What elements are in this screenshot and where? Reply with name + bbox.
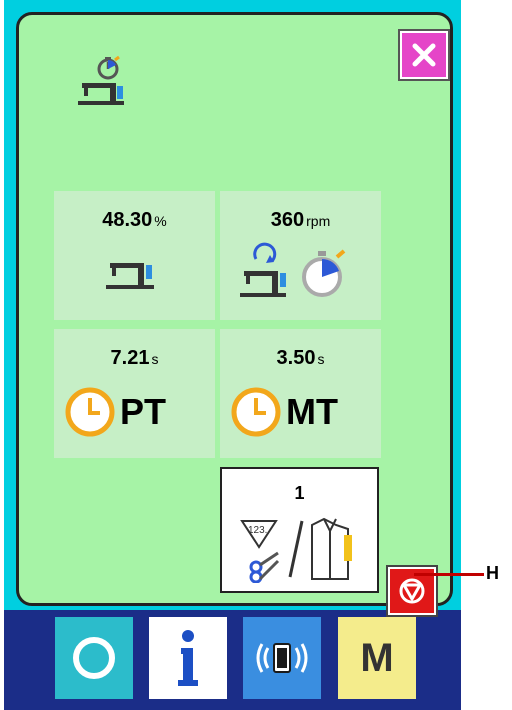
sewing-speed-value: 360	[270, 209, 305, 231]
machine-time-unit: s	[317, 351, 325, 367]
pitch-time-label: PT	[120, 391, 167, 432]
callout-line	[414, 573, 484, 576]
machine-time-label: MT	[286, 391, 338, 432]
data-display-panel: 48.30% 360 rpm 7.21 s PT 3.50 s MT 1 123…	[16, 12, 453, 615]
operating-ratio-unit: %	[154, 213, 167, 229]
thread-trim-garment-counter-icon: 123.	[240, 517, 352, 583]
sewing-machine-timer-icon	[78, 55, 124, 105]
counter-value: 1	[294, 483, 305, 503]
counter-button[interactable]: 1 123.	[220, 467, 379, 593]
sewing-speed-readout: 360 rpm	[220, 209, 381, 232]
reset-button[interactable]	[55, 617, 133, 699]
operating-ratio-value: 48.30	[102, 209, 153, 231]
reset-icon	[73, 637, 115, 679]
clock-icon	[65, 387, 115, 437]
communication-icon	[256, 643, 308, 673]
pitch-time-tile: 7.21 s PT	[54, 329, 215, 458]
pitch-time-unit: s	[151, 351, 159, 367]
callout-label: H	[486, 563, 499, 583]
close-button[interactable]	[400, 31, 448, 79]
operating-ratio-tile: 48.30%	[54, 191, 215, 320]
pitch-time-indicator: PT	[64, 386, 166, 438]
clock-icon	[231, 387, 281, 437]
close-icon	[412, 43, 436, 67]
machine-time-tile: 3.50 s MT	[220, 329, 381, 458]
info-icon	[178, 630, 198, 686]
svg-text:123.: 123.	[248, 525, 267, 536]
operating-ratio-readout: 48.30%	[54, 209, 215, 232]
sewing-speed-tile: 360 rpm	[220, 191, 381, 320]
machine-rotation-timer-icon	[240, 242, 346, 297]
sewing-speed-unit: rpm	[306, 213, 331, 229]
mode-button-label: M	[360, 635, 394, 680]
pitch-time-readout: 7.21 s	[54, 347, 215, 370]
information-button[interactable]	[149, 617, 227, 699]
mode-button[interactable]: M	[338, 617, 416, 699]
machine-time-readout: 3.50 s	[220, 347, 381, 370]
pitch-time-value: 7.21	[110, 347, 150, 369]
machine-time-value: 3.50	[276, 347, 316, 369]
communication-button[interactable]	[243, 617, 321, 699]
emergency-stop-icon	[399, 578, 425, 604]
machine-time-indicator: MT	[230, 386, 338, 438]
sewing-machine-icon	[106, 263, 154, 289]
